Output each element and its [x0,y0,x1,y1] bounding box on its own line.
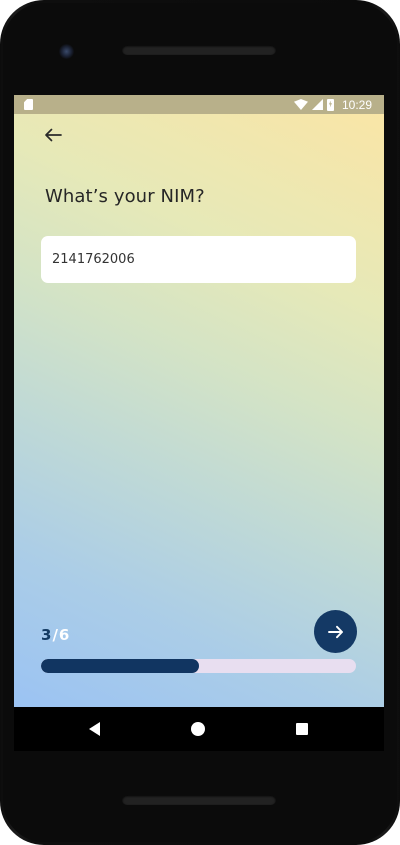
nim-input[interactable] [41,252,356,267]
front-camera [59,44,74,59]
arrow-right-icon [327,625,343,638]
recents-square-icon[interactable] [296,723,308,735]
bottom-speaker [122,795,276,805]
progress-bar [41,659,356,673]
arrow-left-icon [45,128,62,142]
step-counter: 3 / 6 [41,626,69,644]
signal-icon [311,99,323,110]
step-separator: / [52,626,58,644]
question-title: What’s your NIM? [45,186,205,207]
status-icons: 10:29 [293,97,372,112]
battery-charging-icon [326,98,334,111]
next-button[interactable] [314,610,357,653]
progress-bar-fill [41,659,199,673]
top-speaker [122,45,276,55]
wifi-icon [293,99,308,110]
sd-card-icon [24,99,33,110]
status-time: 10:29 [341,97,372,112]
nim-field[interactable] [41,236,356,283]
phone-frame: 10:29 What’s your NIM? 3 / 6 [0,0,400,845]
back-button[interactable] [41,123,65,147]
android-nav-bar [14,707,384,751]
app-screen: 10:29 What’s your NIM? 3 / 6 [14,95,384,707]
back-triangle-icon[interactable] [89,722,100,736]
home-circle-icon[interactable] [191,722,205,736]
step-total: 6 [58,626,70,644]
step-current: 3 [41,626,52,644]
status-bar: 10:29 [14,95,384,114]
